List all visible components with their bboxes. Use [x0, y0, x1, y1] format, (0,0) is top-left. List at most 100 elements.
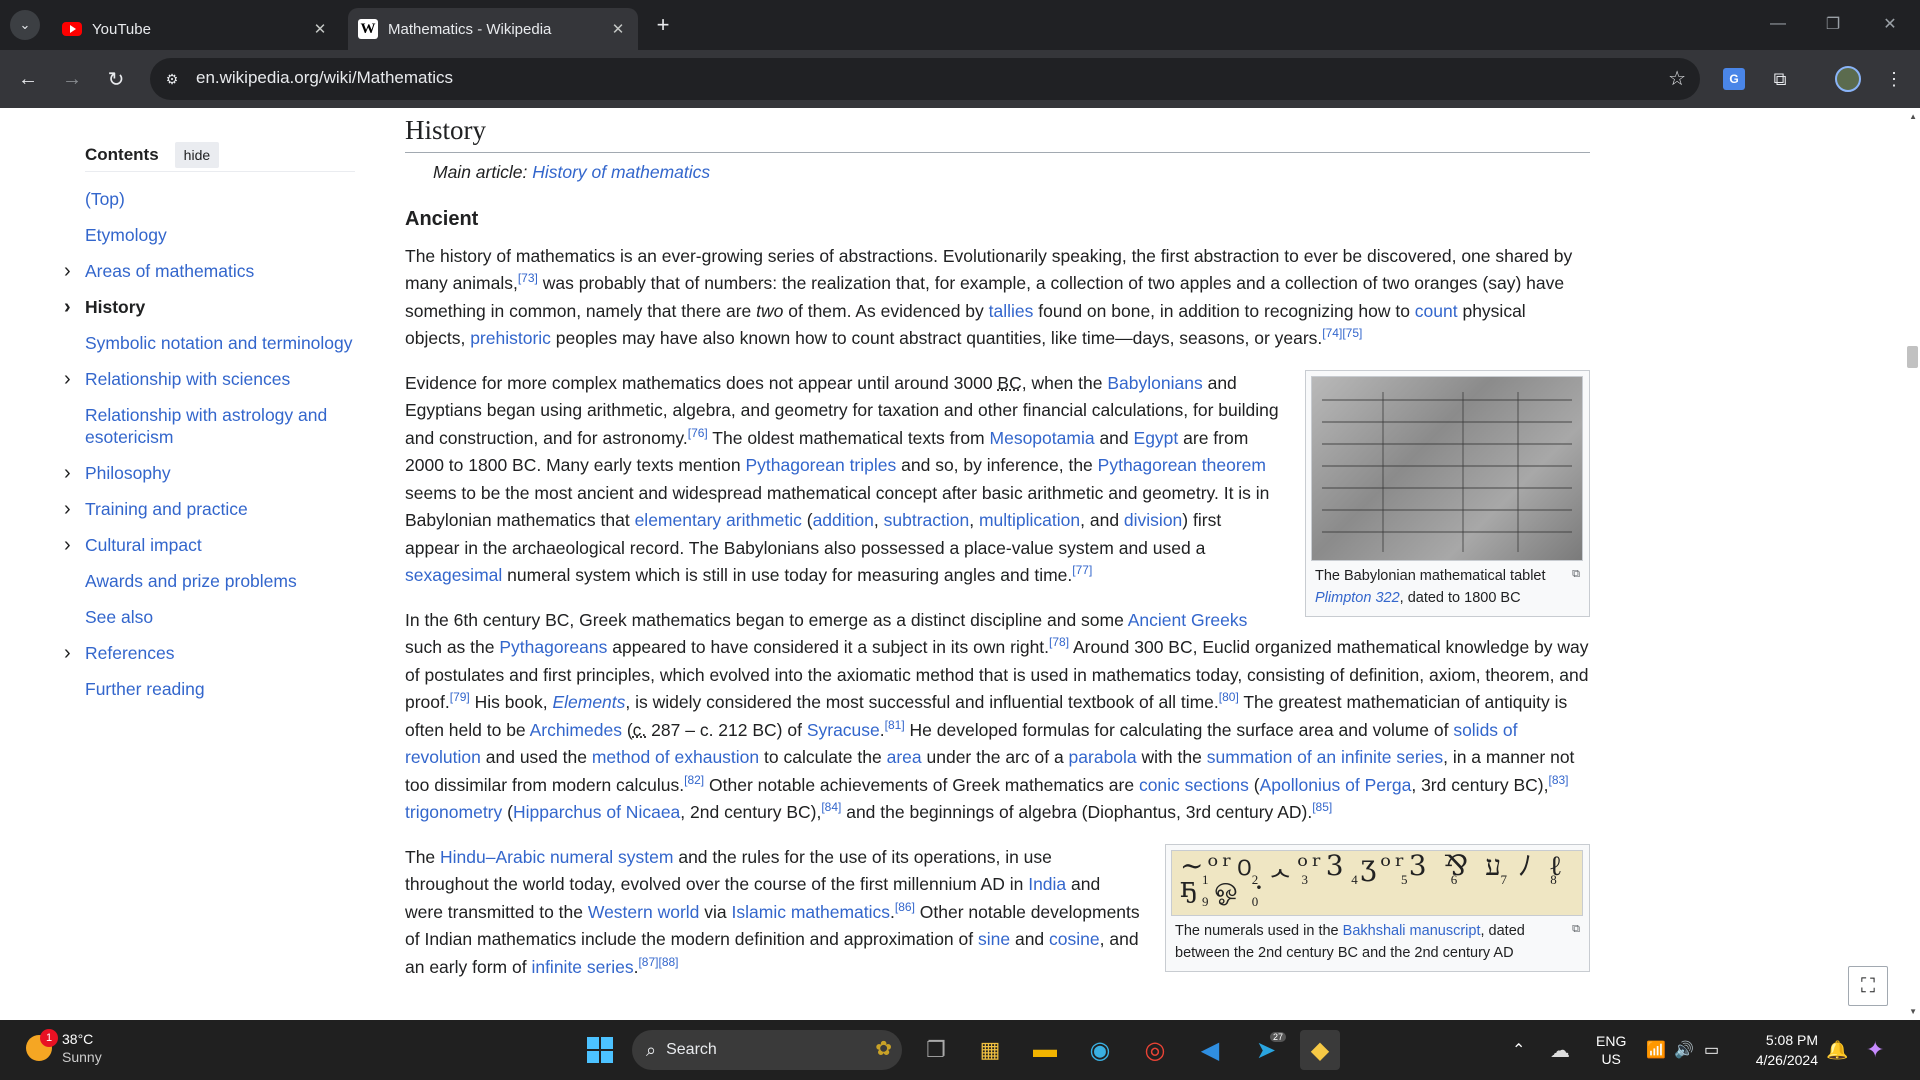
- microsoft-store-icon[interactable]: ▦: [970, 1030, 1010, 1070]
- system-clock[interactable]: 5:08 PM 4/26/2024: [1756, 1030, 1818, 1070]
- toc-item-etymology[interactable]: Etymology: [85, 224, 355, 246]
- restore-button[interactable]: ❐: [1815, 10, 1851, 38]
- chevron-right-icon[interactable]: ›: [64, 462, 71, 484]
- link-multiplication[interactable]: multiplication: [979, 510, 1080, 530]
- toc-item-further-reading[interactable]: Further reading: [85, 678, 355, 700]
- citation[interactable]: [73]: [518, 271, 538, 285]
- chevron-right-icon[interactable]: ›: [64, 260, 71, 282]
- google-translate-icon[interactable]: G: [1718, 63, 1750, 95]
- close-tab-icon[interactable]: ✕: [308, 17, 332, 41]
- forward-button[interactable]: →: [56, 63, 88, 95]
- citation[interactable]: [85]: [1312, 800, 1332, 814]
- citation[interactable]: [83]: [1548, 773, 1568, 787]
- link-egypt[interactable]: Egypt: [1134, 428, 1179, 448]
- edge-browser-icon[interactable]: ◉: [1080, 1030, 1120, 1070]
- scrollbar-thumb[interactable]: [1907, 346, 1918, 368]
- link-syracuse[interactable]: Syracuse: [807, 720, 880, 740]
- link-pythagoreans[interactable]: Pythagoreans: [499, 637, 607, 657]
- citation[interactable]: [84]: [821, 800, 841, 814]
- toc-item-awards-and-prize-problems[interactable]: Awards and prize problems: [85, 570, 355, 592]
- link-summation-infinite-series[interactable]: summation of an infinite series: [1207, 747, 1443, 767]
- link-mesopotamia[interactable]: Mesopotamia: [990, 428, 1095, 448]
- chevron-right-icon[interactable]: ›: [64, 368, 71, 390]
- link-india[interactable]: India: [1028, 874, 1066, 894]
- toc-item-relationship-with-sciences[interactable]: › Relationship with sciences: [64, 368, 355, 390]
- link-bakhshali-manuscript[interactable]: Bakhshali manuscript: [1343, 923, 1481, 939]
- citation[interactable]: [79]: [450, 690, 470, 704]
- link-parabola[interactable]: parabola: [1069, 747, 1137, 767]
- link-ancient-greeks[interactable]: Ancient Greeks: [1128, 610, 1248, 630]
- bookmark-star-icon[interactable]: ☆: [1668, 66, 1686, 91]
- link-western-world[interactable]: Western world: [588, 902, 700, 922]
- link-archimedes[interactable]: Archimedes: [530, 720, 622, 740]
- link-tallies[interactable]: tallies: [989, 301, 1034, 321]
- toc-item-philosophy[interactable]: › Philosophy: [64, 462, 355, 484]
- profile-avatar[interactable]: [1832, 63, 1864, 95]
- chrome-browser-icon[interactable]: ◎: [1135, 1030, 1175, 1070]
- citation[interactable]: [86]: [895, 900, 915, 914]
- link-plimpton-322[interactable]: Plimpton 322: [1315, 590, 1400, 606]
- toc-item-training-and-practice[interactable]: › Training and practice: [64, 498, 355, 520]
- chevron-right-icon[interactable]: ›: [64, 296, 71, 318]
- citation[interactable]: [74][75]: [1322, 326, 1362, 340]
- link-addition[interactable]: addition: [813, 510, 874, 530]
- toc-item-areas-of-mathematics[interactable]: › Areas of mathematics: [64, 260, 355, 282]
- notification-bell-icon[interactable]: 🔔: [1826, 1020, 1848, 1080]
- scroll-up-arrow-icon[interactable]: ▲: [1909, 112, 1917, 121]
- link-hindu-arabic-numeral-system[interactable]: Hindu–Arabic numeral system: [440, 847, 673, 867]
- volume-icon[interactable]: 🔊: [1674, 1020, 1694, 1080]
- link-pythagorean-triples[interactable]: Pythagorean triples: [745, 455, 896, 475]
- python-app-icon[interactable]: ◆: [1300, 1030, 1340, 1070]
- file-explorer-icon[interactable]: ▬: [1025, 1030, 1065, 1070]
- new-tab-button[interactable]: +: [650, 12, 676, 38]
- tab-search-dropdown-button[interactable]: ⌄: [10, 10, 40, 40]
- link-prehistoric[interactable]: prehistoric: [470, 328, 551, 348]
- toc-item-symbolic-notation-and-terminology[interactable]: Symbolic notation and terminology: [85, 332, 355, 354]
- reload-button[interactable]: ↻: [100, 63, 132, 95]
- citation[interactable]: [76]: [688, 426, 708, 440]
- enlarge-icon[interactable]: ⧉: [1572, 918, 1580, 940]
- toc-item-top[interactable]: (Top): [85, 188, 355, 210]
- link-trigonometry[interactable]: trigonometry: [405, 802, 502, 822]
- task-view-icon[interactable]: ❐: [916, 1030, 956, 1070]
- toc-item-references[interactable]: › References: [64, 642, 355, 664]
- link-sexagesimal[interactable]: sexagesimal: [405, 565, 502, 585]
- extensions-icon[interactable]: ⧉: [1764, 63, 1796, 95]
- link-division[interactable]: division: [1124, 510, 1182, 530]
- start-button[interactable]: [580, 1030, 620, 1070]
- link-method-of-exhaustion[interactable]: method of exhaustion: [592, 747, 759, 767]
- close-window-button[interactable]: ✕: [1872, 10, 1908, 38]
- link-count[interactable]: count: [1415, 301, 1458, 321]
- hidden-icons-chevron-icon[interactable]: ⌃: [1512, 1020, 1525, 1080]
- citation[interactable]: [77]: [1072, 563, 1092, 577]
- plimpton-tablet-image[interactable]: [1311, 375, 1583, 561]
- tab-wikipedia[interactable]: W Mathematics - Wikipedia ✕: [348, 8, 638, 50]
- chevron-right-icon[interactable]: ›: [64, 534, 71, 556]
- battery-icon[interactable]: ▭: [1704, 1020, 1719, 1080]
- link-pythagorean-theorem[interactable]: Pythagorean theorem: [1098, 455, 1266, 475]
- url-text[interactable]: en.wikipedia.org/wiki/Mathematics: [196, 68, 453, 88]
- link-babylonians[interactable]: Babylonians: [1107, 373, 1202, 393]
- link-area[interactable]: area: [887, 747, 922, 767]
- back-button[interactable]: ←: [12, 63, 44, 95]
- citation[interactable]: [82]: [684, 773, 704, 787]
- scroll-down-arrow-icon[interactable]: ▼: [1909, 1007, 1917, 1016]
- citation[interactable]: [80]: [1219, 690, 1239, 704]
- citation[interactable]: [81]: [885, 718, 905, 732]
- citation[interactable]: [87][88]: [638, 955, 678, 969]
- chevron-right-icon[interactable]: ›: [64, 498, 71, 520]
- close-tab-icon[interactable]: ✕: [606, 17, 630, 41]
- page-scrollbar[interactable]: ▲ ▼: [1905, 108, 1920, 1020]
- toc-item-history[interactable]: › History: [64, 296, 355, 318]
- link-elements[interactable]: Elements: [552, 692, 625, 712]
- link-infinite-series[interactable]: infinite series: [531, 957, 633, 977]
- telegram-icon[interactable]: ➤ 27: [1246, 1030, 1286, 1070]
- language-indicator[interactable]: ENG US: [1596, 1020, 1626, 1080]
- toc-hide-button[interactable]: hide: [174, 141, 220, 168]
- chevron-right-icon[interactable]: ›: [64, 642, 71, 664]
- toc-item-relationship-with-astrology-and-esotericism[interactable]: Relationship with astrology and esoteric…: [85, 404, 355, 448]
- menu-kebab-icon[interactable]: ⋮: [1878, 63, 1910, 95]
- toc-item-cultural-impact[interactable]: › Cultural impact: [64, 534, 355, 556]
- link-subtraction[interactable]: subtraction: [884, 510, 970, 530]
- citation[interactable]: [78]: [1049, 635, 1069, 649]
